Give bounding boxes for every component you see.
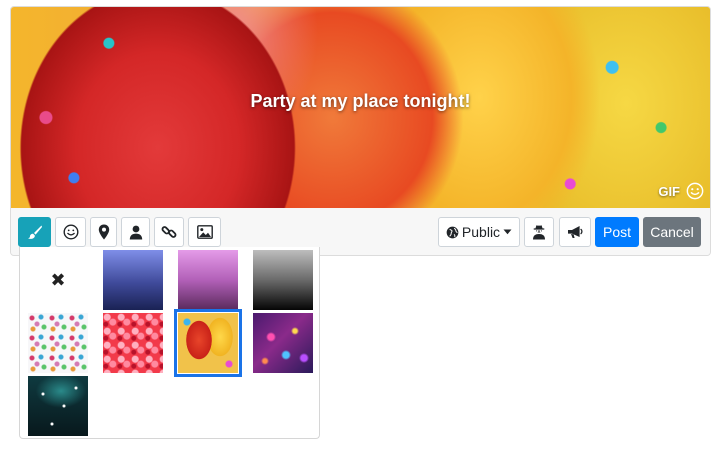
link-button[interactable] [154, 217, 184, 247]
bg-option-galaxy[interactable] [253, 313, 313, 373]
map-marker-icon [98, 224, 109, 240]
emoji-button[interactable] [55, 217, 86, 247]
image-icon [196, 225, 213, 239]
gif-badge[interactable]: GIF [658, 184, 680, 199]
bullhorn-icon [568, 226, 583, 238]
paintbrush-icon [27, 225, 42, 239]
cancel-button[interactable]: Cancel [643, 217, 701, 247]
bg-option-blue-gradient[interactable] [103, 250, 163, 310]
location-button[interactable] [90, 217, 117, 247]
close-icon: ✖ [50, 269, 66, 290]
post-background-preview[interactable]: Party at my place tonight! GIF [11, 7, 710, 208]
bg-option-balloons[interactable] [174, 309, 242, 377]
smiley-icon[interactable] [686, 182, 704, 200]
privacy-label: Public [461, 224, 501, 240]
bg-option-none[interactable]: ✖ [28, 250, 88, 310]
image-button[interactable] [188, 217, 221, 247]
post-composer: Party at my place tonight! GIF Public Po… [10, 6, 711, 256]
anonymous-button[interactable] [524, 217, 554, 247]
bg-option-hearts-red[interactable] [103, 313, 163, 373]
bg-option-pink-gradient[interactable] [178, 250, 238, 310]
caret-down-icon [503, 229, 512, 235]
bg-option-hearts-white[interactable] [28, 313, 88, 373]
link-icon [161, 226, 177, 238]
tag-people-button[interactable] [121, 217, 150, 247]
smiley-icon [62, 224, 79, 240]
globe-icon [446, 226, 459, 238]
bg-option-space[interactable] [28, 376, 88, 436]
post-text[interactable]: Party at my place tonight! [11, 91, 710, 112]
bg-option-gray-gradient[interactable] [253, 250, 313, 310]
post-button[interactable]: Post [595, 217, 639, 247]
user-icon [129, 225, 142, 239]
announce-button[interactable] [559, 217, 591, 247]
background-picker-popover: ✖ [19, 247, 320, 439]
user-secret-icon [533, 225, 545, 240]
background-picker-button[interactable] [18, 217, 51, 247]
privacy-dropdown[interactable]: Public [438, 217, 520, 247]
